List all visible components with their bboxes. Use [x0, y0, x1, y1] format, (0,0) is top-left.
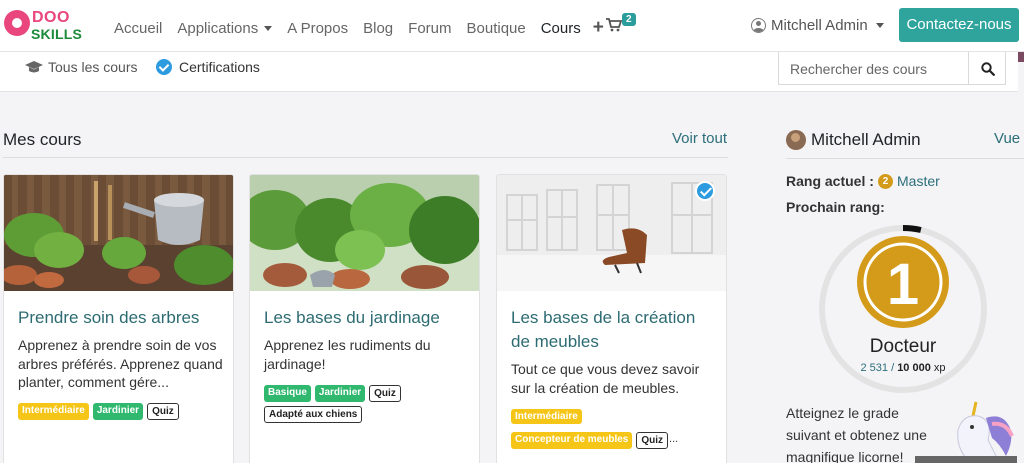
tab-certifications-label: Certifications: [179, 59, 260, 75]
menu-item-a-propos[interactable]: A Propos: [287, 20, 348, 37]
xp-progress-text: 2 531 / 10 000 xp: [826, 362, 980, 374]
tag-level[interactable]: Intermédiaire: [18, 403, 89, 420]
user-menu-name: Mitchell Admin: [771, 17, 868, 34]
tag-role[interactable]: Concepteur de meubles: [511, 432, 633, 449]
user-menu[interactable]: Mitchell Admin: [751, 17, 884, 34]
tab-all-courses-label: Tous les cours: [48, 59, 138, 75]
main-menu: Accueil Applications A Propos Blog Forum…: [114, 17, 619, 39]
course-search: [778, 52, 1006, 85]
course-tags: Intermédiaire Concepteur de meubles Quiz…: [511, 409, 691, 449]
course-image-furniture: [497, 175, 726, 291]
section-divider: [3, 157, 728, 158]
course-description: Apprenez les rudiments du jardinage!: [264, 337, 431, 372]
chevron-down-icon: [264, 26, 273, 32]
course-card[interactable]: Les bases du jardinage Apprenez les rudi…: [249, 174, 480, 463]
cart-icon[interactable]: [606, 18, 622, 32]
company-logo[interactable]: DOO SKILLS: [4, 8, 84, 46]
tag-quiz[interactable]: Quiz: [636, 432, 669, 449]
graduation-cap-icon: [25, 60, 43, 72]
profile-heading[interactable]: Mitchell Admin: [786, 130, 921, 150]
xp-unit: xp: [933, 362, 946, 374]
tag-role[interactable]: Jardinier: [314, 385, 366, 402]
contact-us-button[interactable]: Contactez-nous: [899, 8, 1019, 42]
course-title[interactable]: Les bases du jardinage: [264, 306, 469, 330]
cart-count-badge: 2: [622, 13, 636, 26]
next-rank-name: Docteur: [869, 336, 937, 357]
tag-level[interactable]: Basique: [264, 385, 311, 402]
xp-target: 10 000: [897, 362, 931, 374]
tag-dog-friendly[interactable]: Adapté aux chiens: [264, 406, 363, 423]
profile-name: Mitchell Admin: [811, 130, 921, 149]
overlay-bar: [915, 456, 1017, 463]
menu-item-accueil[interactable]: Accueil: [114, 20, 162, 37]
current-rank[interactable]: 2 Master: [878, 173, 940, 189]
next-rank-medal-number: 1: [887, 252, 919, 317]
course-image-trees: [4, 175, 233, 291]
rank-medal-icon: 2: [878, 173, 893, 189]
course-card[interactable]: Prendre soin des arbres Apprenez à prend…: [3, 174, 234, 463]
course-tags: Basique Jardinier Quiz Adapté aux chiens: [264, 385, 474, 423]
user-circle-icon: [751, 18, 766, 33]
courses-subnav: Tous les cours Certifications: [0, 52, 1018, 92]
scrollbar-accent: [1017, 52, 1024, 62]
sidebar-divider: [786, 158, 1024, 159]
plus-icon[interactable]: +: [593, 17, 604, 39]
tab-all-courses[interactable]: Tous les cours: [25, 59, 137, 75]
logo-text-top: DOO: [32, 9, 70, 26]
current-rank-name: Master: [897, 173, 940, 189]
search-input[interactable]: [779, 52, 969, 85]
course-card[interactable]: Les bases de la création de meubles Tout…: [496, 174, 727, 463]
menu-item-blog[interactable]: Blog: [363, 20, 393, 37]
tag-level[interactable]: Intermédiaire: [511, 409, 582, 424]
logo-mark: [4, 10, 30, 36]
avatar: [786, 130, 806, 150]
tab-certifications[interactable]: Certifications: [156, 59, 260, 75]
tag-quiz[interactable]: Quiz: [369, 385, 401, 402]
course-description: Apprenez à prendre soin de vos arbres pr…: [18, 337, 223, 390]
menu-item-boutique[interactable]: Boutique: [467, 20, 526, 37]
menu-item-applications-label: Applications: [177, 19, 259, 37]
tag-quiz[interactable]: Quiz: [147, 403, 179, 420]
menu-item-cours[interactable]: Cours: [541, 20, 581, 37]
course-title[interactable]: Les bases de la création de meubles: [511, 306, 716, 354]
unicorn-reward-image: [957, 401, 1014, 461]
search-button[interactable]: [969, 52, 1006, 85]
certification-check-icon: [156, 59, 172, 75]
xp-current: 2 531: [860, 362, 888, 374]
certification-badge-icon: [695, 181, 715, 201]
course-tags: Intermédiaire Jardinier Quiz: [18, 403, 228, 420]
more-tags-ellipsis: ...: [669, 433, 679, 445]
search-icon: [980, 61, 995, 76]
menu-item-applications[interactable]: Applications: [177, 19, 273, 37]
my-courses-heading: Mes cours: [3, 130, 82, 149]
course-title[interactable]: Prendre soin des arbres: [18, 306, 223, 330]
view-profile-link[interactable]: Vue: [994, 130, 1020, 147]
chevron-down-icon: [875, 23, 884, 28]
tag-role[interactable]: Jardinier: [92, 403, 144, 420]
course-image-gardening: [250, 175, 479, 291]
top-navbar: DOO SKILLS Accueil Applications A Propos…: [0, 0, 1024, 52]
xp-separator: /: [891, 362, 895, 374]
current-rank-label: Rang actuel :: [786, 173, 874, 189]
see-all-link[interactable]: Voir tout: [672, 130, 727, 147]
course-description: Tout ce que vous devez savoir sur la cré…: [511, 361, 700, 396]
logo-text-bottom: SKILLS: [31, 26, 82, 42]
next-rank-promo: Atteignez le grade suivant et obtenez un…: [786, 405, 927, 463]
next-rank-label: Prochain rang:: [786, 199, 885, 215]
menu-item-forum[interactable]: Forum: [408, 20, 451, 37]
